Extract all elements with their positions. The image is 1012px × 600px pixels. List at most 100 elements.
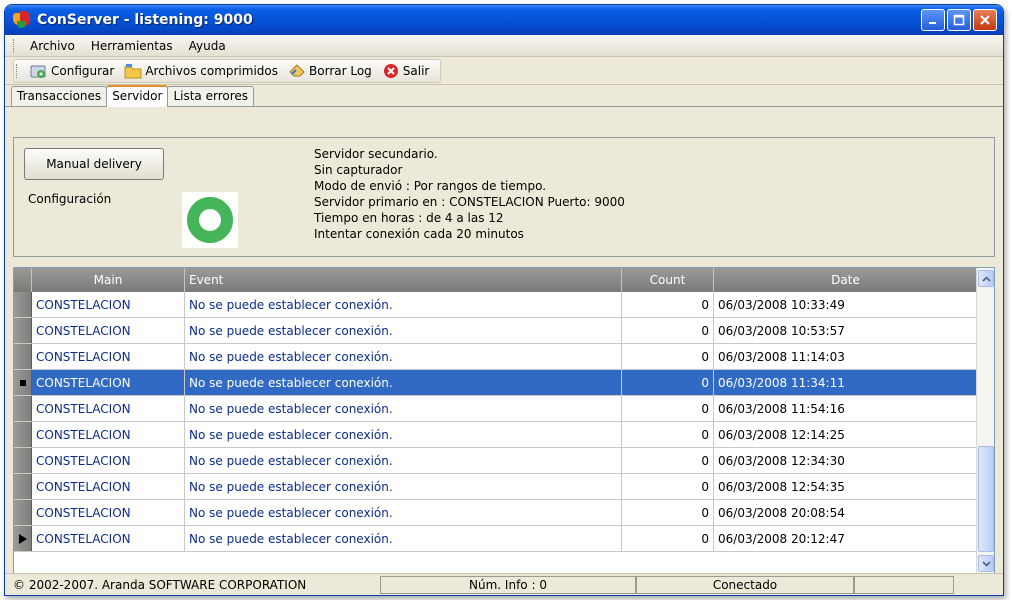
maximize-button[interactable] (947, 9, 971, 31)
info-line: Tiempo en horas : de 4 a las 12 (314, 211, 504, 225)
scroll-down-button[interactable] (978, 555, 994, 572)
cell-main[interactable]: CONSTELACION (32, 422, 185, 447)
cell-count[interactable]: 0 (622, 448, 714, 473)
cell-event[interactable]: No se puede establecer conexión. (185, 396, 622, 421)
configure-icon (30, 65, 46, 78)
cell-count[interactable]: 0 (622, 396, 714, 421)
cell-main[interactable]: CONSTELACION (32, 370, 185, 395)
cell-event[interactable]: No se puede establecer conexión. (185, 344, 622, 369)
info-line: Intentar conexión cada 20 minutos (314, 227, 524, 241)
table-row[interactable]: CONSTELACION No se puede establecer cone… (14, 344, 994, 370)
table-row[interactable]: CONSTELACION No se puede establecer cone… (14, 448, 994, 474)
cell-event[interactable]: No se puede establecer conexión. (185, 370, 622, 395)
row-selector[interactable] (14, 292, 32, 317)
cell-date[interactable]: 06/03/2008 12:34:30 (714, 448, 978, 473)
column-header-count[interactable]: Count (622, 268, 714, 292)
row-selector[interactable] (14, 344, 32, 369)
cell-count[interactable]: 0 (622, 318, 714, 343)
table-row[interactable]: CONSTELACION No se puede establecer cone… (14, 396, 994, 422)
table-row[interactable]: CONSTELACION No se puede establecer cone… (14, 318, 994, 344)
close-button[interactable] (973, 9, 997, 31)
cell-main[interactable]: CONSTELACION (32, 500, 185, 525)
status-bar: © 2002-2007. Aranda SOFTWARE CORPORATION… (5, 573, 1003, 595)
vertical-scrollbar[interactable] (976, 268, 994, 574)
cell-count[interactable]: 0 (622, 292, 714, 317)
cell-event[interactable]: No se puede establecer conexión. (185, 318, 622, 343)
scroll-up-button[interactable] (978, 270, 994, 287)
table-row-selected[interactable]: CONSTELACION No se puede establecer cone… (14, 370, 994, 396)
archivos-comprimidos-button[interactable]: Archivos comprimidos (119, 60, 283, 82)
connection-status: Conectado (636, 575, 854, 594)
tab-transacciones[interactable]: Transacciones (11, 86, 108, 106)
manual-delivery-button[interactable]: Manual delivery (24, 148, 164, 180)
cell-main[interactable]: CONSTELACION (32, 344, 185, 369)
folder-icon (124, 63, 142, 78)
title-bar[interactable]: ConServer - listening: 9000 (5, 5, 1003, 35)
salir-button[interactable]: Salir (377, 60, 435, 82)
configurar-button[interactable]: Configurar (25, 60, 119, 82)
toolbar-grip (16, 63, 19, 78)
cell-event[interactable]: No se puede establecer conexión. (185, 500, 622, 525)
cell-date[interactable]: 06/03/2008 11:34:11 (714, 370, 978, 395)
cell-date[interactable]: 06/03/2008 10:53:57 (714, 318, 978, 343)
column-header-event[interactable]: Event (185, 268, 622, 292)
cell-event[interactable]: No se puede establecer conexión. (185, 422, 622, 447)
current-row-marker-icon (19, 379, 26, 386)
log-grid[interactable]: Main Event Count Date CONSTELACION No se… (13, 267, 995, 575)
cell-event[interactable]: No se puede establecer conexión. (185, 474, 622, 499)
row-selector[interactable] (14, 370, 32, 395)
tab-strip: Transacciones Servidor Lista errores (5, 85, 1003, 107)
cell-date[interactable]: 06/03/2008 12:54:35 (714, 474, 978, 499)
row-selector[interactable] (14, 396, 32, 421)
cell-count[interactable]: 0 (622, 344, 714, 369)
row-pointer-icon (18, 533, 27, 544)
cell-main[interactable]: CONSTELACION (32, 474, 185, 499)
borrar-log-label: Borrar Log (309, 63, 372, 78)
cell-main[interactable]: CONSTELACION (32, 526, 185, 551)
table-row[interactable]: CONSTELACION No se puede establecer cone… (14, 292, 994, 318)
menu-archivo[interactable]: Archivo (22, 39, 83, 53)
cell-date[interactable]: 06/03/2008 11:14:03 (714, 344, 978, 369)
minimize-button[interactable] (921, 9, 945, 31)
table-row[interactable]: CONSTELACION No se puede establecer cone… (14, 500, 994, 526)
cell-main[interactable]: CONSTELACION (32, 318, 185, 343)
row-selector[interactable] (14, 500, 32, 525)
configuracion-label: Configuración (28, 192, 112, 206)
cell-count[interactable]: 0 (622, 526, 714, 551)
cell-event[interactable]: No se puede establecer conexión. (185, 292, 622, 317)
cell-date[interactable]: 06/03/2008 11:54:16 (714, 396, 978, 421)
row-selector[interactable] (14, 318, 32, 343)
table-row[interactable]: CONSTELACION No se puede establecer cone… (14, 422, 994, 448)
tab-servidor[interactable]: Servidor (106, 85, 169, 107)
tab-lista-errores[interactable]: Lista errores (167, 86, 255, 106)
cell-date[interactable]: 06/03/2008 20:12:47 (714, 526, 978, 551)
cell-count[interactable]: 0 (622, 370, 714, 395)
salir-label: Salir (402, 63, 430, 78)
column-header-main[interactable]: Main (32, 268, 185, 292)
row-selector[interactable] (14, 422, 32, 447)
cell-main[interactable]: CONSTELACION (32, 396, 185, 421)
menu-ayuda[interactable]: Ayuda (181, 39, 234, 53)
menu-herramientas[interactable]: Herramientas (83, 39, 181, 53)
minimize-icon (929, 22, 936, 24)
table-row[interactable]: CONSTELACION No se puede establecer cone… (14, 526, 994, 552)
cell-event[interactable]: No se puede establecer conexión. (185, 526, 622, 551)
row-selector[interactable] (14, 474, 32, 499)
info-line: Sin capturador (314, 163, 403, 177)
cell-date[interactable]: 06/03/2008 10:33:49 (714, 292, 978, 317)
table-row[interactable]: CONSTELACION No se puede establecer cone… (14, 474, 994, 500)
cell-event[interactable]: No se puede establecer conexión. (185, 448, 622, 473)
column-header-date[interactable]: Date (714, 268, 978, 292)
row-selector[interactable] (14, 448, 32, 473)
cell-date[interactable]: 06/03/2008 12:14:25 (714, 422, 978, 447)
row-selector[interactable] (14, 526, 32, 551)
cell-main[interactable]: CONSTELACION (32, 292, 185, 317)
cell-count[interactable]: 0 (622, 422, 714, 447)
cell-count[interactable]: 0 (622, 474, 714, 499)
scrollbar-thumb[interactable] (978, 446, 994, 552)
info-count: Núm. Info : 0 (380, 575, 636, 594)
borrar-log-button[interactable]: Borrar Log (283, 60, 377, 82)
cell-count[interactable]: 0 (622, 500, 714, 525)
cell-date[interactable]: 06/03/2008 20:08:54 (714, 500, 978, 525)
cell-main[interactable]: CONSTELACION (32, 448, 185, 473)
